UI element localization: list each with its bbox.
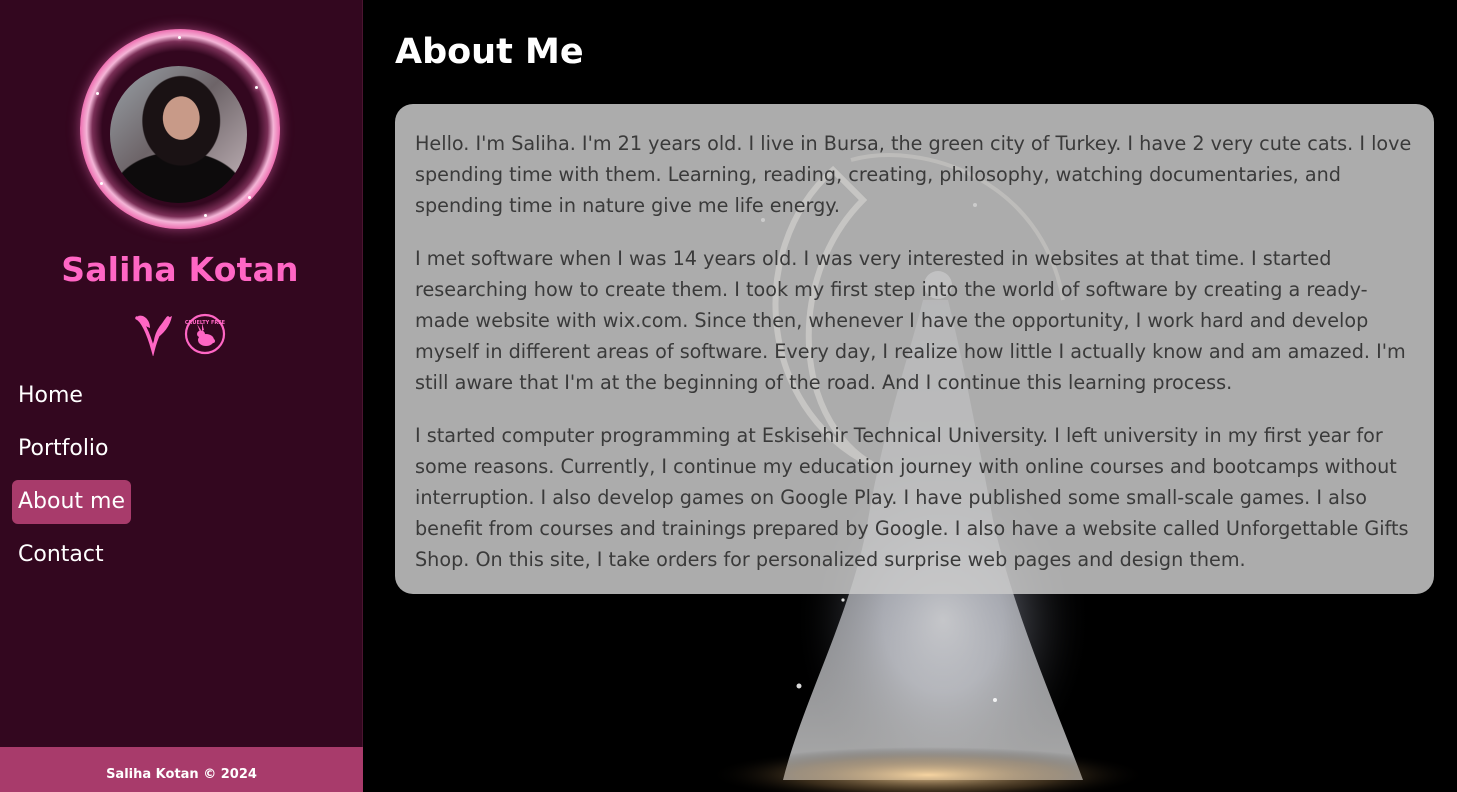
vegan-icon [135, 315, 172, 356]
main-nav: Home Portfolio About me Contact [12, 374, 342, 586]
sparkle-decoration [255, 86, 258, 89]
profile-name: Saliha Kotan [61, 250, 299, 289]
nav-item-contact[interactable]: Contact [12, 533, 110, 577]
sparkle-decoration [100, 182, 103, 185]
sparkle-decoration [248, 196, 251, 199]
sparkle-decoration [96, 92, 99, 95]
sparkle-decoration [178, 36, 181, 39]
about-paragraph: I met software when I was 14 years old. … [415, 247, 1406, 394]
cruelty-free-icon: CRUELTY FREE [185, 313, 226, 355]
cruelty-free-label: CRUELTY FREE [185, 320, 226, 326]
nav-item-home[interactable]: Home [12, 374, 89, 418]
footer: Saliha Kotan © 2024 [0, 747, 363, 792]
avatar [110, 66, 247, 203]
about-card: Hello. I'm Saliha. I'm 21 years old. I l… [395, 104, 1434, 594]
main-content: About Me Hello. I'm Saliha. I'm 21 years… [363, 0, 1457, 792]
about-paragraph: I started computer programming at Eskise… [415, 424, 1409, 571]
about-paragraph: Hello. I'm Saliha. I'm 21 years old. I l… [415, 132, 1412, 217]
nav-item-about-me[interactable]: About me [12, 480, 132, 524]
sparkle-decoration [204, 214, 207, 217]
sidebar: Saliha Kotan CRUELTY FREE Home Portfolio… [0, 0, 363, 792]
page-title: About Me [395, 32, 584, 72]
badges: CRUELTY FREE [134, 310, 234, 356]
nav-item-portfolio[interactable]: Portfolio [12, 427, 115, 471]
